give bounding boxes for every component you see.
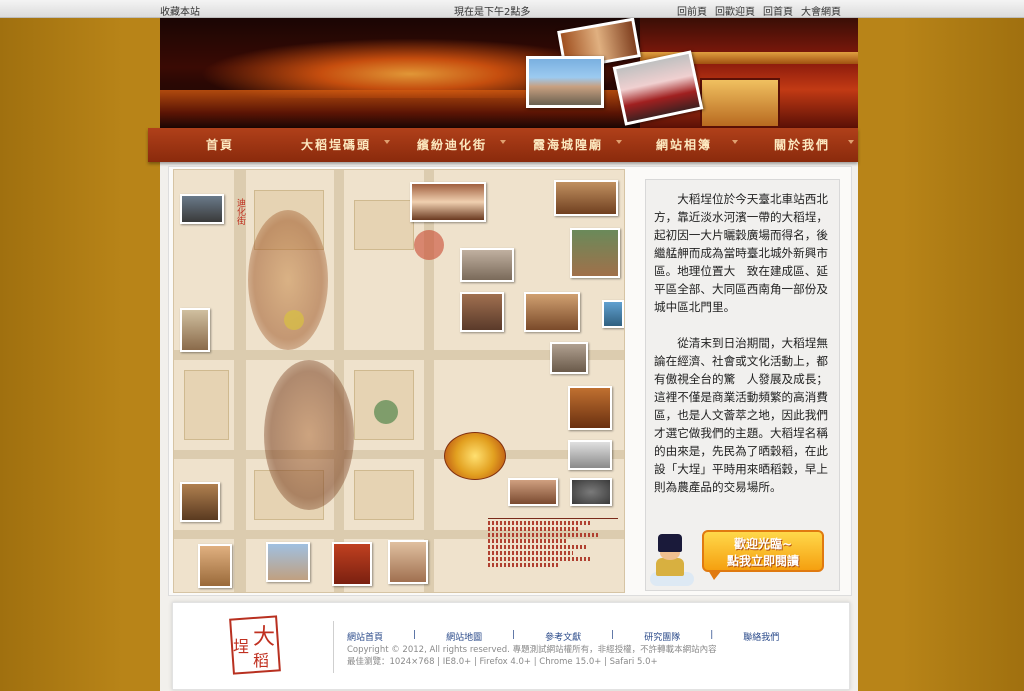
temple-door	[700, 78, 780, 128]
map-block	[354, 200, 414, 250]
map-figure	[284, 310, 304, 330]
copyright-block: Copyright © 2012, All rights reserved. 專…	[347, 644, 717, 668]
site-seal-logo: 大 埕 稻	[229, 615, 281, 675]
intro-paragraph-1: 大稻埕位於今天臺北車站西北方，靠近淡水河濱一帶的大稻埕， 起初因一大片曬穀廣場而…	[654, 192, 834, 314]
welcome-banner[interactable]: 歡迎光臨~ 點我立即閱讀	[648, 526, 828, 586]
current-time-text: 現在是下午2點多	[454, 7, 531, 18]
map-photo	[568, 440, 612, 470]
top-links: 回前頁 回歡迎頁 回首頁 大會網頁	[677, 3, 841, 18]
map-photo	[180, 482, 220, 522]
nav-xiahai-temple[interactable]: 霞海城隍廟	[518, 136, 618, 153]
street-crowd	[264, 360, 354, 510]
map-photo	[332, 542, 372, 586]
map-block	[354, 470, 414, 520]
conference-link[interactable]: 大會網頁	[801, 3, 841, 18]
footer-link-team[interactable]: 研究團隊	[644, 630, 680, 643]
copyright-text: Copyright © 2012, All rights reserved. 專…	[347, 645, 717, 655]
back-link[interactable]: 回前頁	[677, 3, 707, 18]
map-photo	[570, 478, 612, 506]
map-photo	[460, 248, 514, 282]
map-road	[234, 170, 246, 592]
footer-separator: |	[710, 630, 714, 640]
chevron-down-icon	[384, 140, 390, 144]
read-now-text: 點我立即閱讀	[726, 554, 799, 568]
intro-panel: 大稻埕位於今天臺北車站西北方，靠近淡水河濱一帶的大稻埕， 起初因一大片曬穀廣場而…	[645, 179, 840, 591]
banner	[160, 18, 858, 128]
read-now-button[interactable]: 歡迎光臨~ 點我立即閱讀	[702, 530, 824, 572]
nav-album[interactable]: 網站相簿	[634, 136, 734, 153]
footer-link-contact[interactable]: 聯絡我們	[743, 630, 779, 643]
map-photo	[568, 386, 612, 430]
chevron-down-icon	[732, 140, 738, 144]
map-photo	[550, 342, 588, 374]
chevron-down-icon	[616, 140, 622, 144]
map-photo	[180, 194, 224, 224]
nav-home[interactable]: 首頁	[170, 136, 270, 153]
map-photo	[198, 544, 232, 588]
nav-about[interactable]: 關於我們	[752, 136, 852, 153]
map-legend	[488, 518, 618, 588]
map-photo	[602, 300, 624, 328]
map-photo	[410, 182, 486, 222]
map-photo	[266, 542, 310, 582]
illustrated-map[interactable]: 迪化街	[173, 169, 625, 593]
home-link[interactable]: 回首頁	[763, 3, 793, 18]
browser-support-text: 最佳瀏覽：1024×768 | IE8.0+ | Firefox 4.0+ | …	[347, 657, 658, 667]
map-photo	[554, 180, 618, 216]
map-figure	[414, 230, 444, 260]
map-photo	[460, 292, 504, 332]
chevron-down-icon	[848, 140, 854, 144]
divider	[333, 621, 334, 673]
top-bar: 收藏本站 現在是下午2點多 回前頁 回歡迎頁 回首頁 大會網頁	[0, 0, 1024, 18]
intro-paragraph-2: 從清末到日治期間，大稻埕無論在經濟、社會或文化活動上，都有傲視全台的驚 人發展及…	[654, 336, 828, 494]
official-figure-icon	[650, 530, 694, 586]
footer-separator: |	[413, 630, 417, 640]
footer-link-references[interactable]: 參考文獻	[545, 630, 581, 643]
speech-bubble-tail	[708, 570, 722, 580]
footer-separator: |	[611, 630, 615, 640]
nav-dadaocheng-wharf[interactable]: 大稻埕碼頭	[286, 136, 386, 153]
welcome-page-link[interactable]: 回歡迎頁	[715, 3, 755, 18]
nav-dihua-street[interactable]: 繽紛迪化街	[402, 136, 502, 153]
main-content: 迪化街 大稻埕位於今天臺北車站西北方，靠近淡水河濱一帶的大稻埕， 起初因一大片曬…	[168, 166, 852, 596]
yongle-market-illustration	[444, 432, 506, 480]
page-container: 首頁 大稻埕碼頭 繽紛迪化街 霞海城隍廟 網站相簿 關於我們 迪化街 大稻埕位於…	[148, 18, 858, 691]
welcome-text: 歡迎光臨~	[733, 537, 793, 551]
map-street-label: 迪化街	[235, 198, 245, 225]
map-block	[184, 370, 229, 440]
footer-separator: |	[512, 630, 516, 640]
map-photo	[388, 540, 428, 584]
footer-link-sitemap[interactable]: 網站地圖	[446, 630, 482, 643]
bookmark-link[interactable]: 收藏本站	[160, 3, 200, 18]
footer: 大 埕 稻 網站首頁 | 網站地圖 | 參考文獻 | 研究團隊 | 聯絡我們 C…	[172, 602, 850, 690]
map-figure	[374, 400, 398, 424]
banner-photo-group	[526, 56, 604, 108]
map-photo	[180, 308, 210, 352]
map-photo	[570, 228, 620, 278]
map-photo	[524, 292, 580, 332]
map-photo	[508, 478, 558, 506]
main-nav: 首頁 大稻埕碼頭 繽紛迪化街 霞海城隍廟 網站相簿 關於我們	[148, 128, 858, 162]
footer-links: 網站首頁 | 網站地圖 | 參考文獻 | 研究團隊 | 聯絡我們	[347, 630, 779, 643]
chevron-down-icon	[500, 140, 506, 144]
footer-link-home[interactable]: 網站首頁	[347, 630, 383, 643]
street-crowd	[248, 210, 328, 350]
